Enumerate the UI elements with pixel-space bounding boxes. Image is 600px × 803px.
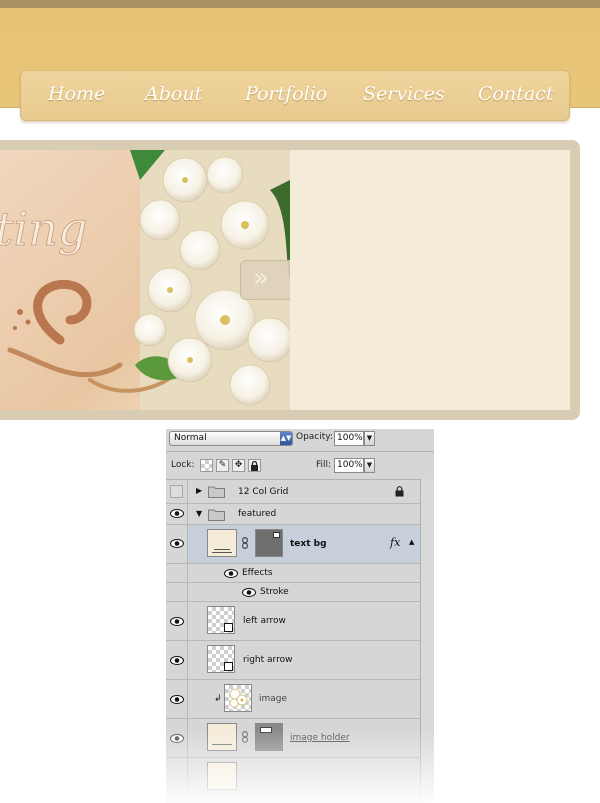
lock-label: Lock:: [171, 460, 195, 470]
layer-name: featured: [238, 509, 277, 519]
visibility-toggle[interactable]: [166, 525, 188, 563]
layer-row-stroke[interactable]: Stroke: [166, 583, 434, 602]
layer-row-effects[interactable]: Effects: [166, 564, 434, 583]
layer-row-image[interactable]: ↲ image: [166, 680, 434, 719]
visibility-toggle[interactable]: [166, 680, 188, 718]
eye-icon[interactable]: [242, 588, 256, 597]
screen: Home About Portfolio Services Contact ti…: [0, 0, 600, 803]
visibility-column: [166, 583, 188, 601]
layer-name: text bg: [290, 539, 327, 549]
fx-icon[interactable]: fx: [390, 536, 400, 549]
layer-row-left-arrow[interactable]: left arrow: [166, 602, 434, 641]
vector-mask-thumbnail: [255, 529, 283, 557]
layer-thumbnail: [207, 723, 237, 751]
fill-value: 100%: [337, 460, 363, 470]
nav-contact[interactable]: Contact: [478, 83, 553, 105]
chevron-double-right-icon: »: [253, 263, 269, 293]
lock-position-icon[interactable]: ✥: [232, 459, 245, 472]
opacity-label: Opacity:: [296, 432, 333, 442]
opacity-input[interactable]: 100% ▼: [334, 431, 375, 446]
layer-name: image: [259, 694, 288, 704]
layer-row-right-arrow[interactable]: right arrow: [166, 641, 434, 680]
eye-icon[interactable]: [170, 695, 184, 704]
script-title-text: ting: [0, 202, 87, 256]
opacity-dropdown-icon[interactable]: ▼: [364, 431, 375, 446]
lock-pixels-icon[interactable]: ✎: [216, 459, 229, 472]
layer-name: 12 Col Grid: [238, 487, 289, 497]
chain-link-icon[interactable]: [242, 537, 248, 549]
folder-icon: [208, 509, 225, 521]
smart-object-badge-icon: [224, 662, 233, 671]
eye-icon[interactable]: [170, 539, 184, 548]
layer-name: image holder: [290, 733, 350, 743]
smart-object-thumbnail: [207, 606, 235, 634]
blend-mode-select[interactable]: Normal ▲▼: [169, 431, 293, 446]
visibility-toggle[interactable]: [166, 504, 188, 524]
lock-transparency-icon[interactable]: [200, 459, 213, 472]
clipping-mask-arrow-icon: ↲: [214, 694, 222, 704]
nav-about[interactable]: About: [145, 83, 202, 105]
layers-panel: Normal ▲▼ Opacity: 100% ▼ Lock: ✎ ✥ Fill…: [166, 429, 434, 803]
visibility-column: [166, 564, 188, 582]
main-nav: Home About Portfolio Services Contact: [20, 70, 570, 121]
layer-row-partial: [166, 758, 434, 803]
eye-icon[interactable]: [170, 509, 184, 518]
fill-label: Fill:: [316, 460, 332, 470]
layer-thumbnail: [207, 529, 237, 557]
layer-name: left arrow: [243, 616, 286, 626]
eye-icon[interactable]: [170, 734, 184, 743]
nav-portfolio[interactable]: Portfolio: [245, 83, 327, 105]
layer-name: right arrow: [243, 655, 293, 665]
fill-input[interactable]: 100% ▼: [334, 458, 375, 473]
visibility-empty-box[interactable]: [170, 485, 183, 498]
opacity-value: 100%: [337, 433, 363, 443]
visibility-toggle[interactable]: [166, 480, 188, 503]
lock-all-icon[interactable]: [248, 459, 261, 472]
top-bar: [0, 0, 600, 8]
visibility-toggle[interactable]: [166, 641, 188, 679]
layer-thumbnail: [207, 762, 237, 790]
eye-icon[interactable]: [170, 617, 184, 626]
layer-row-12-col-grid[interactable]: ▶ 12 Col Grid: [166, 480, 434, 504]
effects-label: Effects: [242, 568, 273, 578]
visibility-toggle[interactable]: [166, 602, 188, 640]
eye-icon[interactable]: [224, 569, 238, 578]
image-thumbnail: [224, 684, 252, 712]
nav-home[interactable]: Home: [48, 83, 105, 105]
slider-next-arrow[interactable]: »: [240, 260, 290, 300]
layer-row-image-holder[interactable]: image holder: [166, 719, 434, 758]
visibility-toggle[interactable]: [166, 719, 188, 757]
layer-row-featured[interactable]: ▼ featured: [166, 504, 434, 525]
blend-mode-value: Normal: [174, 433, 207, 443]
eye-icon[interactable]: [170, 656, 184, 665]
layers-scrollbar[interactable]: [420, 479, 434, 803]
slide-text-panel: [290, 150, 570, 410]
smart-object-badge-icon: [224, 623, 233, 632]
nav-services[interactable]: Services: [363, 83, 445, 105]
collapse-effects-icon[interactable]: ▲: [409, 538, 414, 546]
vector-mask-thumbnail: [255, 723, 283, 751]
folder-icon: [208, 486, 225, 498]
fill-dropdown-icon[interactable]: ▼: [364, 458, 375, 473]
panel-divider: [166, 451, 434, 452]
lock-icon: [395, 486, 404, 497]
chain-link-icon[interactable]: [242, 731, 248, 743]
stroke-effect-label: Stroke: [260, 587, 289, 597]
collapse-triangle-icon[interactable]: ▼: [196, 509, 202, 518]
layer-row-text-bg[interactable]: text bg fx ▲: [166, 525, 434, 564]
select-arrows-icon: ▲▼: [280, 432, 292, 445]
visibility-column: [166, 758, 188, 802]
smart-object-thumbnail: [207, 645, 235, 673]
expand-triangle-icon[interactable]: ▶: [196, 486, 202, 495]
